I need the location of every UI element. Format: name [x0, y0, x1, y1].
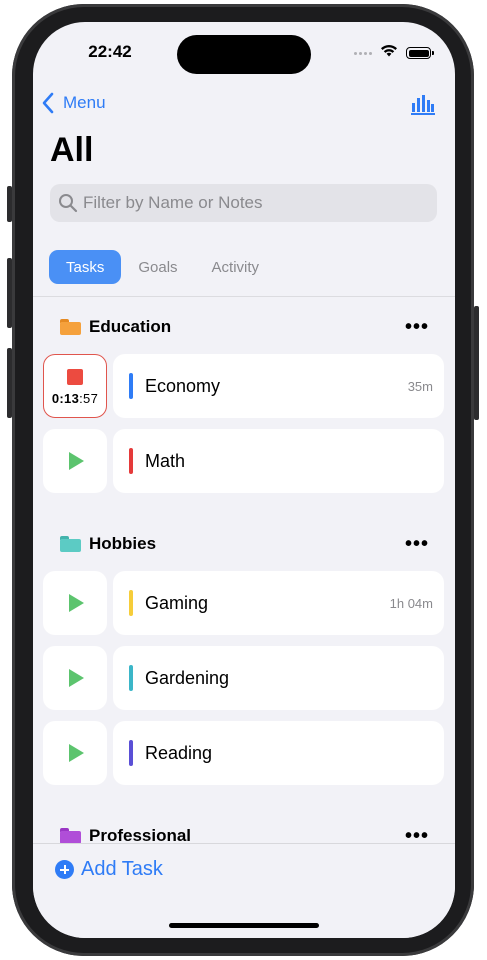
- search-field[interactable]: [50, 184, 437, 222]
- add-task-label: Add Task: [81, 858, 163, 880]
- task-card[interactable]: Economy 35m: [113, 354, 444, 418]
- section-title: Education: [89, 317, 172, 336]
- more-options-button[interactable]: •••: [405, 316, 429, 339]
- battery-icon: [406, 47, 434, 59]
- section-title: Hobbies: [89, 534, 157, 553]
- status-icons: [354, 44, 434, 62]
- home-indicator[interactable]: [169, 923, 319, 928]
- task-color-bar: [129, 373, 133, 399]
- task-card[interactable]: Gaming 1h 04m: [113, 571, 444, 635]
- chevron-left-icon: [42, 92, 54, 114]
- start-timer-button[interactable]: [43, 646, 107, 710]
- back-label: Menu: [63, 93, 106, 112]
- volume-up-button: [7, 258, 12, 328]
- task-duration: 35m: [407, 378, 433, 394]
- task-name: Gaming: [145, 592, 209, 613]
- task-row-economy: 0:13:57 Economy 35m: [43, 354, 444, 418]
- folder-icon: [60, 319, 81, 335]
- task-color-bar: [129, 740, 133, 766]
- timer-display: 0:13:57: [51, 390, 99, 406]
- search-icon: [59, 194, 78, 213]
- stop-icon: [67, 368, 83, 385]
- wifi-icon: [380, 44, 398, 62]
- tab-goals[interactable]: Goals: [121, 250, 194, 284]
- folder-icon: [60, 536, 81, 552]
- play-icon: [69, 452, 84, 470]
- plus-circle-icon: [55, 860, 74, 879]
- start-timer-button[interactable]: [43, 721, 107, 785]
- bar-chart-icon: [411, 95, 435, 115]
- tab-tasks[interactable]: Tasks: [49, 250, 122, 284]
- tabs-divider: [33, 296, 455, 297]
- statistics-button[interactable]: [411, 95, 435, 120]
- back-button[interactable]: Menu: [41, 92, 106, 114]
- stop-timer-button[interactable]: 0:13:57: [43, 354, 107, 418]
- task-row-math: Math: [43, 429, 444, 493]
- segmented-tabs: Tasks Goals Activity: [49, 250, 276, 284]
- tab-activity[interactable]: Activity: [195, 250, 277, 284]
- task-name: Math: [145, 450, 186, 471]
- start-timer-button[interactable]: [43, 429, 107, 493]
- start-timer-button[interactable]: [43, 571, 107, 635]
- more-options-button[interactable]: •••: [405, 533, 429, 556]
- status-time: 22:42: [88, 42, 132, 61]
- section-header-education: Education: [60, 317, 171, 337]
- task-color-bar: [129, 448, 133, 474]
- page-title: All: [50, 131, 94, 169]
- search-input[interactable]: [83, 193, 423, 213]
- volume-down-button: [7, 348, 12, 418]
- task-color-bar: [129, 590, 133, 616]
- play-icon: [69, 744, 84, 762]
- add-task-button[interactable]: Add Task: [55, 858, 163, 881]
- play-icon: [69, 669, 84, 687]
- cellular-signal-icon: [354, 51, 372, 55]
- task-card[interactable]: Reading: [113, 721, 444, 785]
- play-icon: [69, 594, 84, 612]
- action-button: [7, 186, 12, 222]
- section-header-hobbies: Hobbies: [60, 534, 156, 554]
- task-name: Reading: [145, 742, 213, 763]
- task-duration: 1h 04m: [389, 595, 433, 611]
- task-name: Economy: [145, 375, 221, 396]
- dynamic-island: [177, 35, 311, 74]
- task-card[interactable]: Gardening: [113, 646, 444, 710]
- task-color-bar: [129, 665, 133, 691]
- folder-icon: [60, 828, 81, 844]
- power-button: [474, 306, 479, 420]
- task-row-gaming: Gaming 1h 04m: [43, 571, 444, 635]
- task-row-reading: Reading: [43, 721, 444, 785]
- task-card[interactable]: Math: [113, 429, 444, 493]
- screen: 22:42 Menu All Filter by Name or Notes T…: [33, 22, 455, 938]
- task-row-gardening: Gardening: [43, 646, 444, 710]
- task-name: Gardening: [145, 667, 230, 688]
